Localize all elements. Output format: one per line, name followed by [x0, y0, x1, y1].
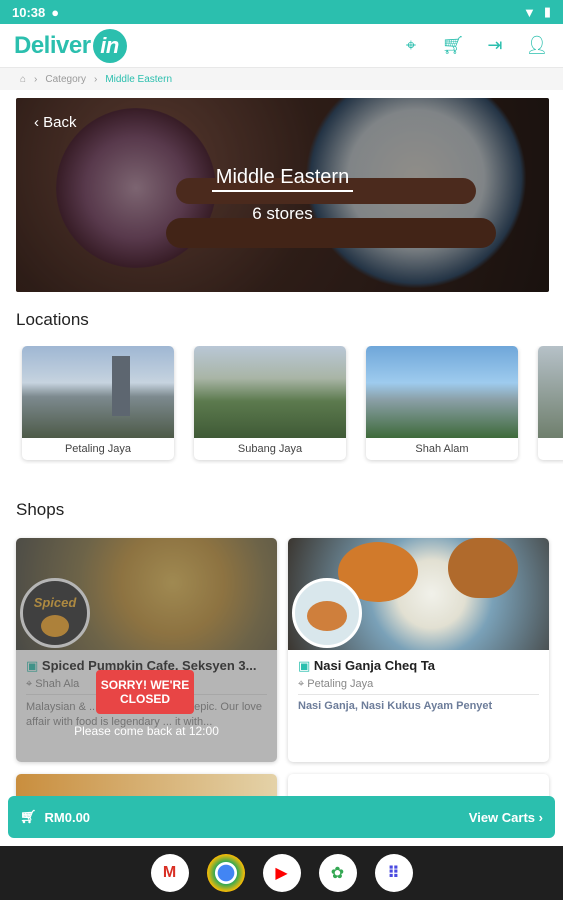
breadcrumb-current: Middle Eastern: [105, 73, 173, 85]
login-icon[interactable]: ⇥: [483, 35, 507, 56]
shop-name-text: Nasi Ganja Cheq Ta: [313, 658, 436, 673]
notification-icon: ●: [51, 4, 60, 20]
location-image: [538, 346, 563, 438]
chevron-right-icon: ›: [538, 809, 543, 825]
gmail-icon[interactable]: M: [150, 854, 189, 892]
shop-image: [288, 538, 549, 650]
shop-location-text: Petaling Jaya: [307, 678, 374, 690]
status-bar: 10:38 ● ▼ ▮: [0, 0, 563, 24]
shop-location: ⌖ Petaling Jaya: [298, 678, 373, 691]
shop-logo: [292, 578, 362, 648]
shop-name: ▣ Nasi Ganja Cheq Ta: [298, 658, 538, 674]
photos-icon[interactable]: ✿: [318, 854, 357, 892]
divider: [298, 694, 539, 695]
chevron-right-icon: ›: [93, 73, 98, 85]
cart-bar[interactable]: 🛒︎ RM0.00 View Carts ›: [8, 796, 555, 838]
app-logo[interactable]: Deliver in: [14, 28, 127, 63]
location-image: [194, 346, 346, 438]
location-card-partial[interactable]: [538, 346, 563, 460]
location-label: Subang Jaya: [237, 443, 303, 455]
logo-in: in: [92, 28, 127, 63]
location-image: [22, 346, 174, 438]
location-card-subang-jaya[interactable]: Subang Jaya: [194, 346, 346, 460]
location-image: [366, 346, 518, 438]
shops-heading: Shops: [16, 500, 65, 519]
category-hero-banner: ‹ Back Middle Eastern 6 stores: [16, 98, 549, 292]
location-card-petaling-jaya[interactable]: Petaling Jaya: [22, 346, 174, 460]
app-drawer-icon[interactable]: ⠿: [374, 854, 413, 892]
back-button[interactable]: ‹ Back: [34, 114, 77, 131]
cart-total: RM0.00: [44, 809, 91, 825]
battery-icon: ▮: [543, 4, 551, 19]
closed-message: Please come back at 12:00: [74, 724, 219, 738]
status-time: 10:38: [12, 4, 46, 20]
location-pin-icon[interactable]: ⌖: [399, 35, 423, 56]
view-carts-label: View Carts: [468, 809, 536, 825]
locations-carousel[interactable]: Petaling Jaya Subang Jaya Shah Alam: [0, 346, 563, 464]
breadcrumb: ⌂ › Category › Middle Eastern: [0, 68, 563, 90]
logo-text: Deliver: [14, 31, 91, 59]
locations-heading: Locations: [16, 310, 89, 329]
location-card-shah-alam[interactable]: Shah Alam: [366, 346, 518, 460]
location-pin-icon: ⌖: [298, 678, 308, 690]
chevron-left-icon: ‹: [34, 114, 44, 131]
closed-badge: SORRY! WE'RE CLOSED: [96, 670, 194, 714]
hero-overlay: [16, 98, 549, 292]
cart-icon[interactable]: 🛒︎: [441, 35, 465, 56]
shop-tags: Nasi Ganja, Nasi Kukus Ayam Penyet: [298, 700, 493, 712]
view-carts-button[interactable]: View Carts ›: [469, 810, 543, 825]
cart-icon: 🛒︎: [20, 809, 37, 824]
breadcrumb-category[interactable]: Category: [45, 74, 86, 85]
store-count: 6 stores: [252, 204, 313, 223]
store-icon: ▣: [298, 658, 314, 673]
youtube-icon[interactable]: ▶: [262, 854, 301, 892]
home-icon[interactable]: ⌂: [20, 74, 26, 85]
category-title: Middle Eastern: [16, 166, 549, 192]
category-title-text: Middle Eastern: [211, 166, 354, 192]
add-user-icon[interactable]: 👤︎: [525, 35, 549, 56]
chevron-right-icon: ›: [34, 73, 38, 85]
app-dock: M ▶ ✿ ⠿: [0, 846, 563, 900]
wifi-icon: ▼: [522, 4, 536, 20]
shop-card-nasi-ganja[interactable]: ▣ Nasi Ganja Cheq Ta ⌖ Petaling Jaya Nas…: [288, 538, 549, 762]
location-label: Petaling Jaya: [64, 443, 132, 455]
app-header: Deliver in ⌖ 🛒︎ ⇥ 👤︎: [0, 24, 563, 68]
location-label: Shah Alam: [415, 443, 469, 455]
chrome-icon[interactable]: [206, 854, 245, 892]
back-label: Back: [43, 114, 77, 131]
shop-card-spiced-pumpkin[interactable]: Spiced ▣ Spiced Pumpkin Cafe, Seksyen 3.…: [16, 538, 277, 762]
